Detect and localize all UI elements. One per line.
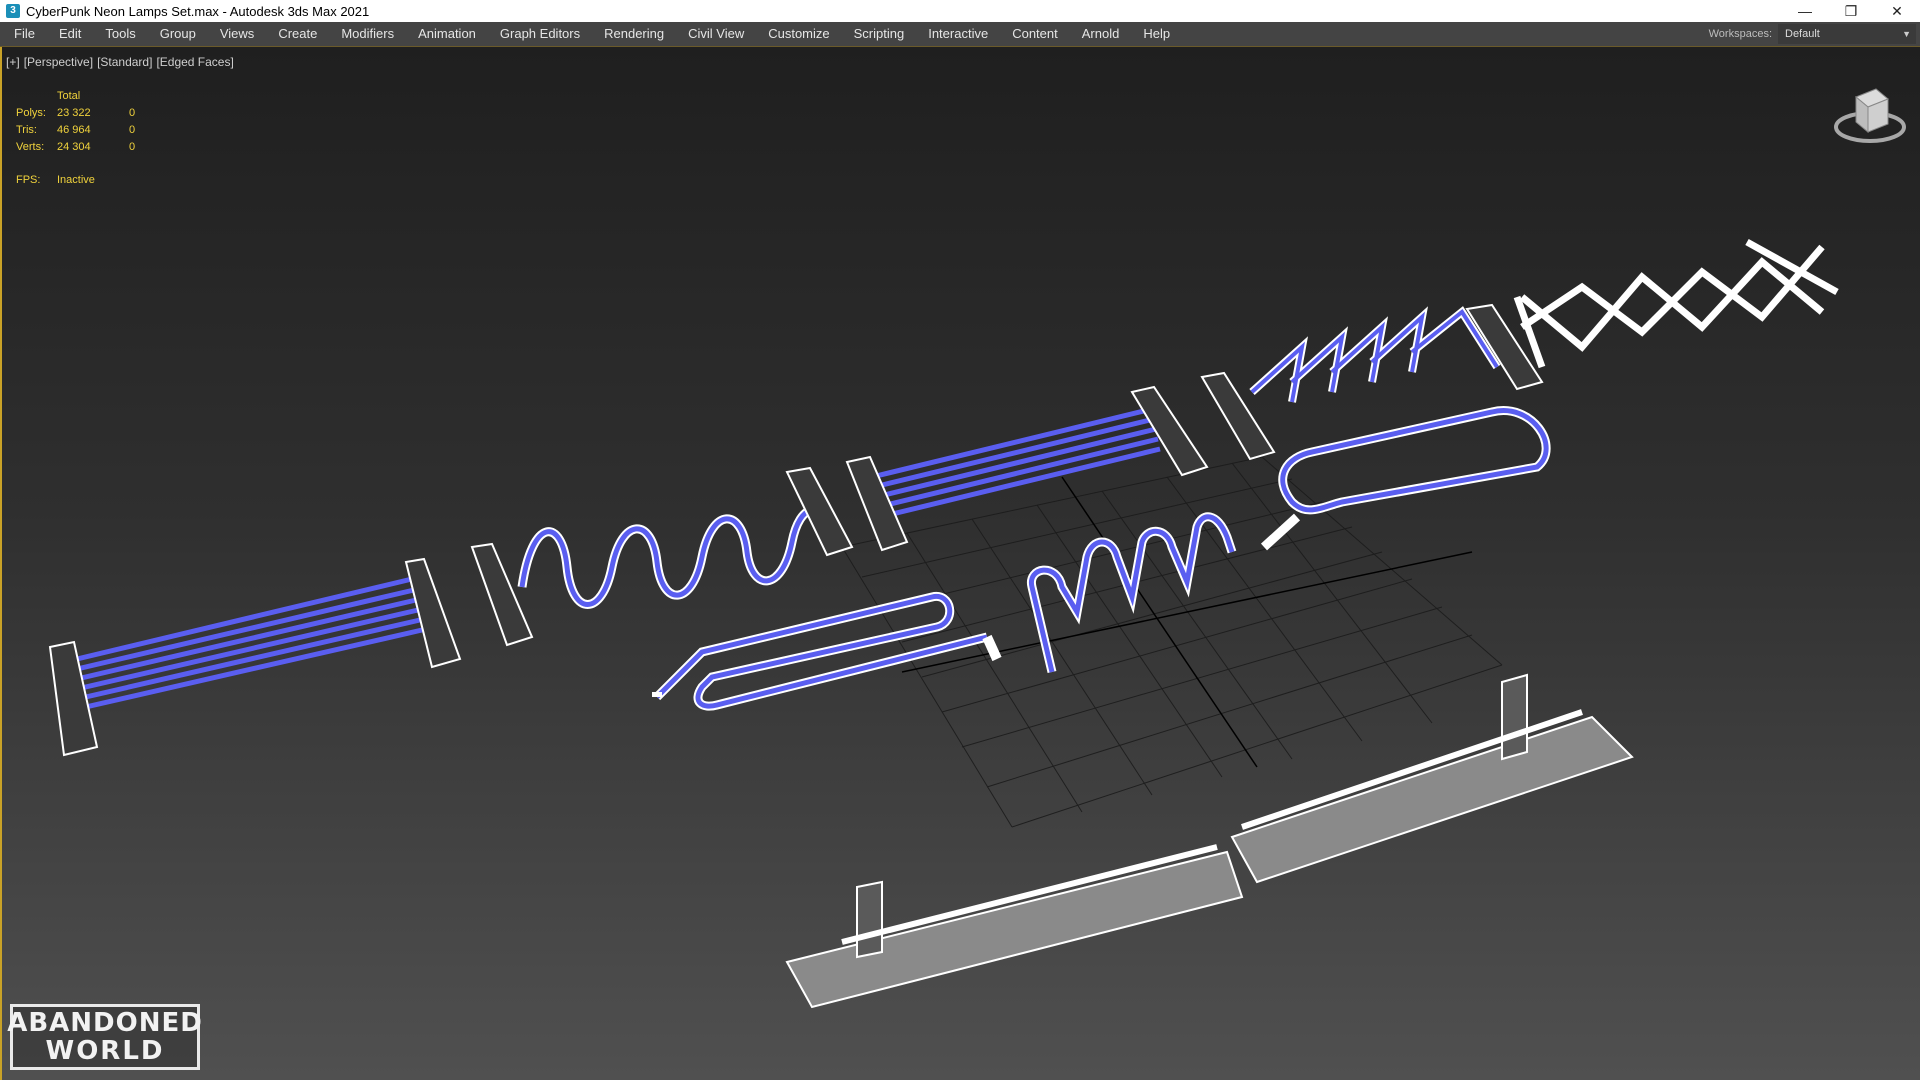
workspace-label: Workspaces: bbox=[1708, 28, 1772, 40]
menu-file[interactable]: File bbox=[0, 22, 47, 46]
menu-group[interactable]: Group bbox=[148, 22, 208, 46]
menu-help[interactable]: Help bbox=[1131, 22, 1182, 46]
menu-civil-view[interactable]: Civil View bbox=[676, 22, 756, 46]
menu-graph-editors[interactable]: Graph Editors bbox=[488, 22, 592, 46]
neon-lamp-u-loop bbox=[652, 592, 1002, 711]
restore-icon[interactable]: ❐ bbox=[1828, 0, 1874, 22]
abandoned-world-logo: ABANDONED WORLD bbox=[7, 1004, 203, 1070]
window-title: CyberPunk Neon Lamps Set.max - Autodesk … bbox=[26, 3, 370, 19]
menu-views[interactable]: Views bbox=[208, 22, 266, 46]
menu-arnold[interactable]: Arnold bbox=[1070, 22, 1132, 46]
lamp-x-frame bbox=[1513, 238, 1839, 369]
3dsmax-app-icon[interactable]: 3 bbox=[6, 4, 20, 18]
menu-customize[interactable]: Customize bbox=[756, 22, 841, 46]
lamp-base-rail bbox=[785, 673, 1634, 1009]
menu-animation[interactable]: Animation bbox=[406, 22, 488, 46]
logo-line-2: WORLD bbox=[45, 1036, 165, 1066]
logo-line-1: ABANDONED bbox=[7, 1008, 203, 1038]
menu-bar: File Edit Tools Group Views Create Modif… bbox=[0, 22, 1920, 47]
viewcube-icon[interactable] bbox=[1830, 77, 1910, 157]
neon-lamp-oval-loop bbox=[1260, 406, 1551, 551]
neon-lamp-straight-left bbox=[48, 557, 462, 757]
minimize-icon[interactable]: — bbox=[1782, 0, 1828, 22]
menu-rendering[interactable]: Rendering bbox=[592, 22, 676, 46]
chevron-down-icon: ▼ bbox=[1902, 29, 1911, 39]
neon-lamp-straight-center bbox=[845, 385, 1209, 552]
perspective-viewport[interactable]: [+] [Perspective] [Standard] [Edged Faces] … bbox=[0, 47, 1920, 1080]
menu-content[interactable]: Content bbox=[1000, 22, 1070, 46]
workspace-value: Default bbox=[1785, 28, 1820, 40]
scene-wireframe bbox=[48, 238, 1839, 1009]
menu-edit[interactable]: Edit bbox=[47, 22, 93, 46]
workspace-dropdown[interactable]: Default ▼ bbox=[1778, 24, 1916, 44]
workspace-selector: Workspaces: Default ▼ bbox=[1709, 22, 1920, 46]
menu-interactive[interactable]: Interactive bbox=[916, 22, 1000, 46]
menu-tools[interactable]: Tools bbox=[93, 22, 147, 46]
close-icon[interactable]: ✕ bbox=[1874, 0, 1920, 22]
neon-lamp-wavy bbox=[470, 466, 854, 647]
title-bar: 3 CyberPunk Neon Lamps Set.max - Autodes… bbox=[0, 0, 1920, 22]
neon-lamp-zigzag bbox=[1027, 512, 1237, 674]
menu-create[interactable]: Create bbox=[266, 22, 329, 46]
menu-scripting[interactable]: Scripting bbox=[842, 22, 917, 46]
menu-modifiers[interactable]: Modifiers bbox=[329, 22, 406, 46]
